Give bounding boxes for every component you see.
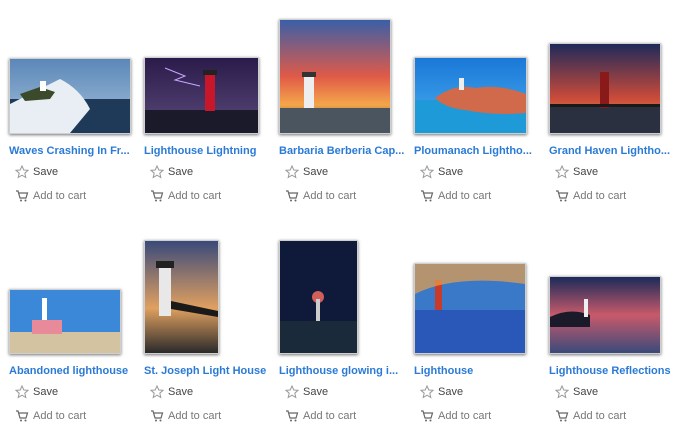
save-button[interactable]: Save xyxy=(15,385,58,399)
star-icon xyxy=(555,385,569,399)
add-to-cart-button[interactable]: Add to cart xyxy=(15,189,86,203)
product-title[interactable]: Lighthouse Lightning xyxy=(144,145,272,157)
add-to-cart-button[interactable]: Add to cart xyxy=(555,189,626,203)
cart-icon xyxy=(150,189,164,203)
save-label: Save xyxy=(33,386,59,398)
cart-label: Add to cart xyxy=(303,410,357,422)
product-title[interactable]: Lighthouse Reflections xyxy=(549,365,677,377)
product-title[interactable]: Barbaria Berberia Cap... xyxy=(279,145,407,157)
add-to-cart-button[interactable]: Add to cart xyxy=(285,409,356,423)
save-button[interactable]: Save xyxy=(420,385,463,399)
product-title[interactable]: Waves Crashing In Fr... xyxy=(9,145,137,157)
cart-icon xyxy=(555,409,569,423)
product-title[interactable]: Grand Haven Lightho... xyxy=(549,145,677,157)
save-button[interactable]: Save xyxy=(555,165,598,179)
product-thumbnail[interactable] xyxy=(9,289,121,354)
save-button[interactable]: Save xyxy=(420,165,463,179)
add-to-cart-button[interactable]: Add to cart xyxy=(420,409,491,423)
cart-icon xyxy=(285,409,299,423)
cart-label: Add to cart xyxy=(438,190,492,202)
star-icon xyxy=(420,385,434,399)
save-label: Save xyxy=(573,166,599,178)
cart-label: Add to cart xyxy=(573,410,627,422)
star-icon xyxy=(15,385,29,399)
cart-icon xyxy=(285,189,299,203)
save-button[interactable]: Save xyxy=(285,385,328,399)
star-icon xyxy=(15,165,29,179)
product-thumbnail[interactable] xyxy=(144,57,259,134)
product-thumbnail[interactable] xyxy=(279,19,391,134)
cart-icon xyxy=(555,189,569,203)
cart-label: Add to cart xyxy=(573,190,627,202)
save-label: Save xyxy=(438,166,464,178)
product-title[interactable]: Ploumanach Lightho... xyxy=(414,145,542,157)
product-thumbnail[interactable] xyxy=(549,276,661,354)
save-label: Save xyxy=(438,386,464,398)
product-thumbnail[interactable] xyxy=(414,57,527,134)
save-label: Save xyxy=(573,386,599,398)
product-thumbnail[interactable] xyxy=(144,240,219,354)
cart-icon xyxy=(15,189,29,203)
save-button[interactable]: Save xyxy=(285,165,328,179)
save-button[interactable]: Save xyxy=(150,385,193,399)
product-thumbnail[interactable] xyxy=(414,263,526,354)
cart-label: Add to cart xyxy=(33,190,87,202)
cart-label: Add to cart xyxy=(438,410,492,422)
add-to-cart-button[interactable]: Add to cart xyxy=(15,409,86,423)
star-icon xyxy=(420,165,434,179)
save-label: Save xyxy=(33,166,59,178)
product-title[interactable]: Lighthouse glowing i... xyxy=(279,365,407,377)
star-icon xyxy=(285,165,299,179)
save-button[interactable]: Save xyxy=(15,165,58,179)
cart-label: Add to cart xyxy=(33,410,87,422)
cart-icon xyxy=(15,409,29,423)
save-button[interactable]: Save xyxy=(150,165,193,179)
star-icon xyxy=(285,385,299,399)
save-label: Save xyxy=(303,386,329,398)
star-icon xyxy=(150,165,164,179)
product-thumbnail[interactable] xyxy=(279,240,358,354)
product-title[interactable]: Lighthouse xyxy=(414,365,542,377)
product-thumbnail[interactable] xyxy=(549,43,661,134)
add-to-cart-button[interactable]: Add to cart xyxy=(420,189,491,203)
save-label: Save xyxy=(168,166,194,178)
add-to-cart-button[interactable]: Add to cart xyxy=(285,189,356,203)
cart-label: Add to cart xyxy=(168,410,222,422)
cart-label: Add to cart xyxy=(168,190,222,202)
save-button[interactable]: Save xyxy=(555,385,598,399)
product-title[interactable]: St. Joseph Light House xyxy=(144,365,272,377)
star-icon xyxy=(555,165,569,179)
product-title[interactable]: Abandoned lighthouse xyxy=(9,365,137,377)
cart-icon xyxy=(420,189,434,203)
add-to-cart-button[interactable]: Add to cart xyxy=(555,409,626,423)
cart-icon xyxy=(420,409,434,423)
cart-label: Add to cart xyxy=(303,190,357,202)
cart-icon xyxy=(150,409,164,423)
add-to-cart-button[interactable]: Add to cart xyxy=(150,409,221,423)
product-thumbnail[interactable] xyxy=(9,58,131,134)
save-label: Save xyxy=(303,166,329,178)
star-icon xyxy=(150,385,164,399)
save-label: Save xyxy=(168,386,194,398)
add-to-cart-button[interactable]: Add to cart xyxy=(150,189,221,203)
